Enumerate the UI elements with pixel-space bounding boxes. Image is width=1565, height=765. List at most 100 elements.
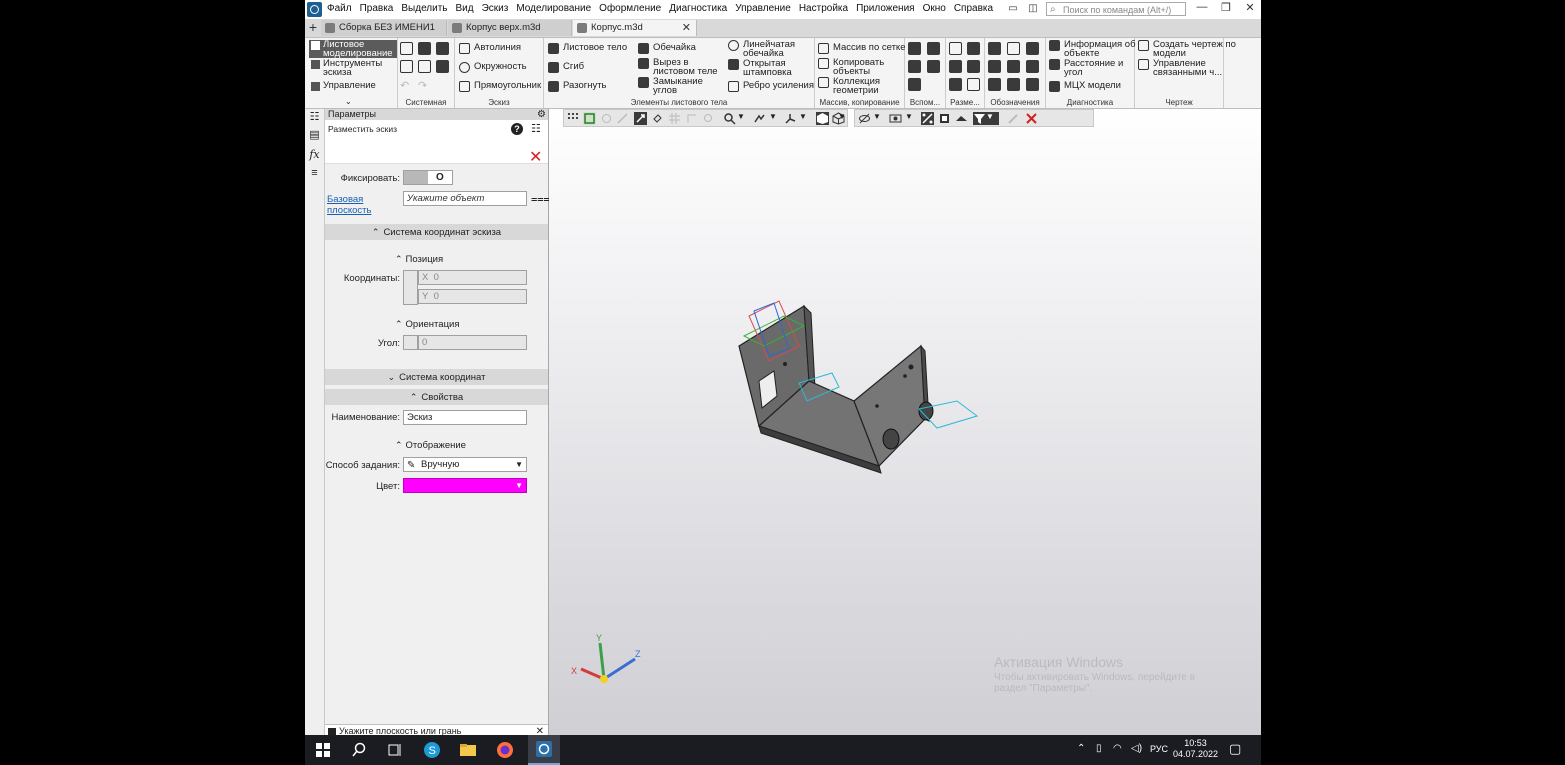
mode-sheet-modeling[interactable]: Листовое моделирование [309, 40, 397, 58]
zoom-dropdown-icon[interactable]: ▼ [737, 112, 750, 125]
undo-icon[interactable]: ↶ [400, 79, 413, 92]
mode-sketch-tools[interactable]: Инструменты эскиза [309, 59, 397, 77]
variables-icon[interactable]: fx [307, 147, 322, 162]
snap-mode-icon[interactable] [921, 112, 934, 125]
unbend-button[interactable]: Разогнуть [548, 81, 607, 92]
copy-objects-button[interactable]: Копировать объекты [818, 58, 903, 76]
circle-button[interactable]: Окружность [459, 62, 527, 73]
print-icon[interactable] [400, 60, 413, 73]
hatch-icon[interactable] [668, 112, 681, 125]
menu-design[interactable]: Оформление [599, 3, 661, 14]
menu-edit[interactable]: Правка [360, 3, 394, 14]
menu-apps[interactable]: Приложения [856, 3, 915, 14]
clock[interactable]: 10:53 04.07.2022 [1173, 738, 1218, 760]
help-icon[interactable]: ? [511, 123, 523, 135]
shaded-view-icon[interactable] [816, 112, 829, 125]
sheet-metal-part[interactable] [729, 291, 989, 476]
filter-dropdown-icon[interactable]: ▼ [986, 112, 999, 125]
corner-closure-button[interactable]: Замыкание углов [638, 77, 713, 95]
name-input[interactable]: Эскиз [403, 410, 527, 425]
auto-dim-icon[interactable] [949, 78, 962, 91]
grid-icon[interactable] [567, 112, 580, 125]
subsection-display[interactable]: ⌃ Отображение [395, 440, 466, 451]
linear-dim-icon[interactable] [949, 42, 962, 55]
task-view-icon[interactable] [386, 741, 404, 759]
normal-view-icon[interactable] [651, 112, 664, 125]
color-select[interactable]: ▼ [403, 478, 527, 493]
dim-settings-icon[interactable] [967, 78, 980, 91]
orientation-icon[interactable] [784, 112, 797, 125]
volume-icon[interactable]: ◁) [1131, 743, 1142, 754]
section-properties[interactable]: ⌃ Свойства [325, 389, 548, 405]
tab-assembly[interactable]: Сборка БЕЗ ИМЕНИ1 [321, 20, 447, 36]
x-field[interactable]: X 0 [418, 270, 527, 285]
mark-icon[interactable] [1026, 60, 1039, 73]
mass-props-button[interactable]: МЦХ модели [1049, 81, 1121, 92]
gear-icon[interactable]: ⚙ [537, 109, 546, 120]
diameter-dim-icon[interactable] [967, 60, 980, 73]
notifications-icon[interactable]: ▢ [1229, 741, 1241, 757]
tab-korpus[interactable]: Корпус.m3d ✕ [573, 20, 697, 36]
pan-dropdown-icon[interactable]: ▼ [769, 112, 782, 125]
autoline-button[interactable]: Автолиния [459, 43, 521, 54]
expand-ribbon-icon[interactable]: ⌄ [345, 97, 352, 106]
menu-settings[interactable]: Настройка [799, 3, 848, 14]
coords-lock[interactable] [403, 270, 418, 305]
aux-point-icon[interactable] [908, 60, 921, 73]
cancel-operation-icon[interactable]: ✕ [529, 150, 542, 166]
ruled-shell-button[interactable]: Линейчатая обечайка [728, 40, 813, 58]
distance-angle-button[interactable]: Расстояние и угол [1049, 59, 1136, 77]
preview-icon[interactable] [418, 60, 431, 73]
edit-disabled-icon[interactable] [1007, 112, 1020, 125]
layers-view-icon[interactable] [955, 112, 968, 125]
kompas-logo-icon[interactable] [307, 2, 322, 17]
subsection-orientation[interactable]: ⌃ Ориентация [395, 319, 459, 330]
section-view-icon[interactable] [889, 112, 902, 125]
menu-window[interactable]: Окно [923, 3, 946, 14]
orientation-dropdown-icon[interactable]: ▼ [799, 112, 812, 125]
windows-start-icon[interactable] [314, 741, 332, 759]
language-indicator[interactable]: РУС [1150, 744, 1168, 754]
menu-manage[interactable]: Управление [735, 3, 791, 14]
menu-view[interactable]: Вид [456, 3, 474, 14]
parameters-icon[interactable]: ▤ [307, 128, 322, 143]
create-drawing-button[interactable]: Создать чертеж по модели [1138, 40, 1237, 58]
base-plane-link[interactable]: Базовая плоскость [327, 194, 401, 216]
angle-field[interactable]: 0 [418, 335, 527, 350]
object-info-button[interactable]: Информация об объекте [1049, 40, 1148, 58]
menu-sketch[interactable]: Эскиз [482, 3, 509, 14]
menu-modeling[interactable]: Моделирование [516, 3, 591, 14]
menu-file[interactable]: Файл [327, 3, 352, 14]
hide-dropdown-icon[interactable]: ▼ [873, 112, 886, 125]
radial-dim-icon[interactable] [949, 60, 962, 73]
tray-chevron-icon[interactable]: ⌃ [1077, 743, 1085, 754]
aux-axis-icon[interactable] [927, 42, 940, 55]
command-search-input[interactable]: ⌕ Поиск по командам (Alt+/) [1046, 2, 1186, 16]
open-folder-icon[interactable] [418, 42, 431, 55]
menu-help[interactable]: Справка [954, 3, 993, 14]
bend-button[interactable]: Сгиб [548, 62, 584, 73]
angular-dim-icon[interactable] [967, 42, 980, 55]
file-explorer-icon[interactable] [459, 741, 477, 759]
new-document-button[interactable]: + [306, 20, 320, 35]
close-icon[interactable]: ✕ [1243, 1, 1257, 14]
leader-icon[interactable] [988, 42, 1001, 55]
tolerance-icon[interactable] [988, 60, 1001, 73]
menu-select[interactable]: Выделить [401, 3, 447, 14]
zoom-icon[interactable] [723, 112, 736, 125]
redo-icon[interactable]: ↷ [418, 79, 431, 92]
mode-manage[interactable]: Управление [309, 81, 397, 93]
base-plane-field[interactable]: Укажите объект [403, 191, 527, 206]
skype-icon[interactable]: S [423, 741, 441, 759]
restore-icon[interactable]: ❐ [1219, 1, 1233, 14]
thread-icon[interactable] [988, 78, 1001, 91]
angle-lock[interactable] [403, 335, 418, 350]
y-field[interactable]: Y 0 [418, 289, 527, 304]
tree-icon[interactable]: ☷ [531, 122, 541, 135]
linked-drawings-button[interactable]: Управление связанными ч... [1138, 59, 1237, 77]
weld-icon[interactable] [1007, 60, 1020, 73]
tab-korpus-verh[interactable]: Корпус верх.m3d [448, 20, 572, 36]
aux-cs-icon[interactable] [927, 60, 940, 73]
hide-icon[interactable] [858, 112, 871, 125]
base-icon[interactable] [1026, 42, 1039, 55]
